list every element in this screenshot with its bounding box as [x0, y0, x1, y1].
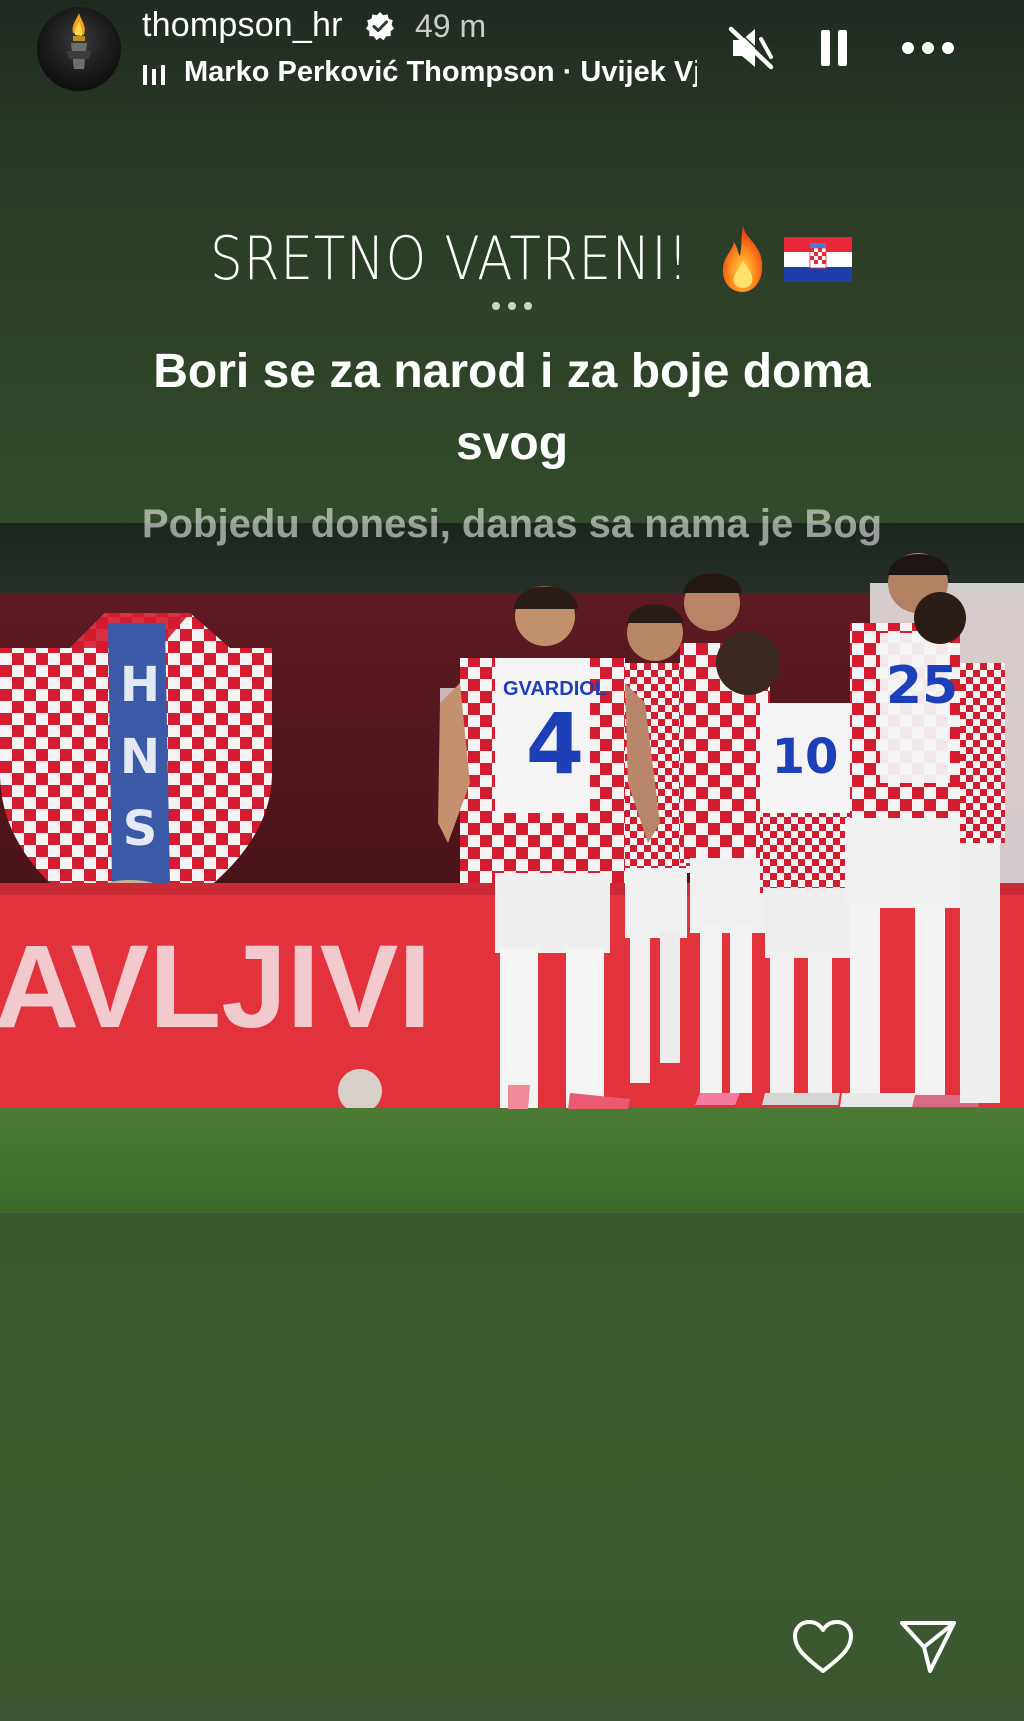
- profile-avatar[interactable]: [36, 6, 122, 92]
- music-title: Marko Perković Thompson · Uvijek Vjeran: [184, 56, 697, 88]
- story-photo: H N S AVLJIVI 10 25 GVARDIOL 4: [0, 523, 1024, 1213]
- player-number-text: 4: [526, 695, 584, 793]
- lyric-next-text: Pobjedu donesi, danas sa nama je Bog: [141, 502, 883, 546]
- story-caption: SRETNO VATRENI!: [0, 220, 1024, 294]
- more-icon: [902, 42, 954, 54]
- heart-icon: [793, 1620, 853, 1673]
- pause-button[interactable]: [806, 20, 862, 76]
- username[interactable]: thompson_hr: [142, 6, 343, 45]
- mute-button[interactable]: [724, 20, 780, 76]
- lyric-next: Pobjedu donesi, danas sa nama je Bog: [0, 495, 1024, 553]
- caption-text: SRETNO VATRENI!: [209, 223, 689, 294]
- pause-icon: [821, 30, 847, 66]
- speaker-muted-icon: [728, 25, 775, 70]
- share-button[interactable]: [893, 1612, 963, 1682]
- music-bars-icon: [143, 65, 165, 85]
- banner-text: AVLJIVI: [0, 921, 431, 1053]
- music-attribution[interactable]: Marko Perković Thompson · Uvijek Vjeran: [142, 56, 697, 96]
- number-10-text: 10: [772, 729, 839, 785]
- verified-badge-icon: [366, 12, 394, 41]
- like-button[interactable]: [788, 1612, 858, 1682]
- send-icon: [900, 1621, 956, 1673]
- croatia-flag-icon: [783, 236, 852, 282]
- lyric-active: Bori se za narod i za boje doma svog: [0, 336, 1024, 480]
- post-time: 49 m: [415, 8, 487, 44]
- lyric-active-text: Bori se za narod i za boje doma svog: [153, 345, 871, 470]
- story-header: thompson_hr 49 m Marko Perković Thompson…: [0, 0, 1024, 110]
- fire-emoji-icon: [722, 225, 762, 292]
- team-celebration-photo: H N S AVLJIVI 10 25 GVARDIOL 4: [0, 523, 1024, 1213]
- crest-letter-h: H: [120, 657, 160, 713]
- number-25-text: 25: [886, 656, 958, 716]
- more-options-button[interactable]: [900, 20, 956, 76]
- crest-letter-n: N: [120, 729, 160, 785]
- lyrics-dots-icon: [492, 302, 532, 310]
- torch-logo-icon: [67, 13, 91, 69]
- crest-letter-s: S: [123, 801, 158, 857]
